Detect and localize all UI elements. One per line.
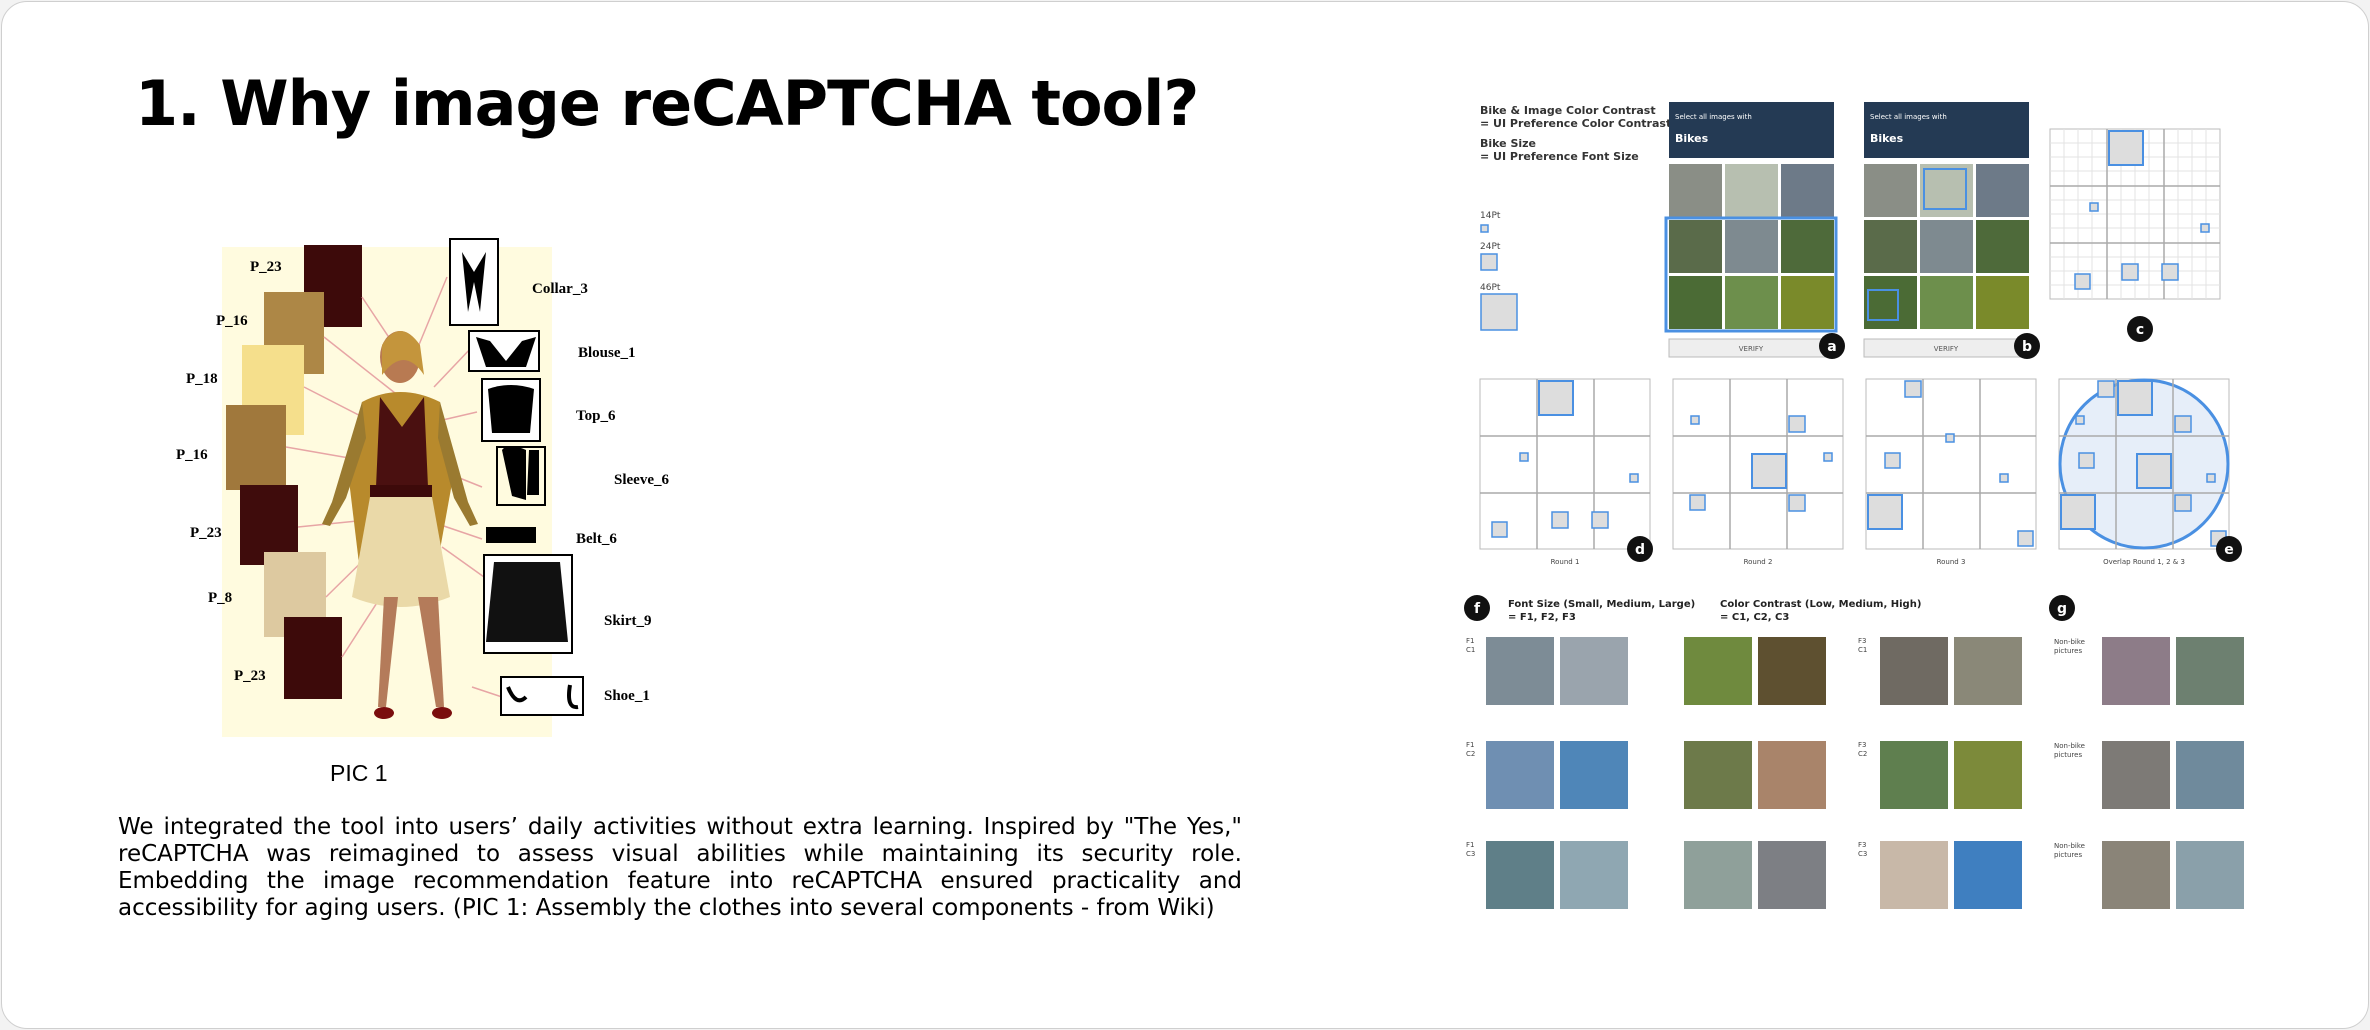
swatch-label: P_18	[186, 371, 218, 387]
round-label: Round 1	[1551, 558, 1580, 566]
photo-thumbnails	[1486, 637, 2244, 909]
size-sample	[1480, 293, 1518, 331]
size-sample	[1480, 253, 1498, 271]
component-label: Top_6	[576, 408, 616, 424]
nonbike-label: pictures	[2054, 751, 2082, 759]
captcha-panel-a: Select all images with Bikes VERIFY a	[1664, 102, 1845, 359]
legend-text: = UI Preference Font Size	[1480, 150, 1639, 163]
swatch-label: P_23	[190, 525, 222, 541]
panel-letter: f	[1474, 601, 1481, 617]
nonbike-label: Non-bike	[2054, 638, 2085, 646]
swatch-label: P_16	[216, 313, 248, 329]
size-label: 24Pt	[1480, 242, 1501, 252]
captcha-grid-b	[1864, 164, 2029, 329]
page-title: 1. Why image reCAPTCHA tool?	[135, 67, 1199, 140]
round-panel-1: Round 1 d	[1479, 378, 1653, 566]
slide: 1. Why image reCAPTCHA tool? P_23 P_16 P…	[1, 1, 2369, 1029]
legend-text: Bike & Image Color Contrast	[1480, 104, 1656, 117]
row-label: C3	[1858, 850, 1867, 858]
row-label: F1	[1466, 741, 1474, 749]
captcha-prompt: Select all images with	[1870, 113, 1947, 121]
captcha-prompt: Select all images with	[1675, 113, 1752, 121]
panel-letter: g	[2057, 601, 2067, 617]
round-label: Round 2	[1744, 558, 1773, 566]
swatch	[226, 405, 286, 490]
round-label: Round 3	[1937, 558, 1966, 566]
legend-text: Bike Size	[1480, 137, 1536, 150]
fashion-assembly-figure: P_23 P_16 P_18 P_16 P_23 P_8 P_23 Collar…	[176, 238, 669, 737]
component-label: Blouse_1	[578, 345, 636, 361]
nonbike-label: Non-bike	[2054, 742, 2085, 750]
panel-letter: a	[1827, 339, 1836, 355]
figure-caption: PIC 1	[330, 760, 388, 786]
row-label: C1	[1858, 646, 1867, 654]
captcha-grid-a	[1664, 164, 1838, 333]
nonbike-label: pictures	[2054, 851, 2082, 859]
row-label: C2	[1466, 750, 1475, 758]
swatch-label: P_16	[176, 447, 208, 463]
row-label: F3	[1858, 741, 1866, 749]
legend-text: = UI Preference Color Contrast	[1480, 117, 1671, 130]
panel-letter: b	[2022, 339, 2032, 355]
verify-button: VERIFY	[1934, 345, 1959, 353]
font-size-values: = F1, F2, F3	[1508, 612, 1576, 623]
captcha-panel-b: Select all images with Bikes VERIFY b	[1863, 102, 2040, 359]
color-contrast-heading: Color Contrast (Low, Medium, High)	[1720, 599, 1921, 610]
panel-letter: e	[2224, 542, 2234, 558]
swatch-label: P_8	[208, 590, 232, 606]
grid-panel-c: c	[2049, 128, 2221, 342]
component-label: Belt_6	[576, 531, 617, 547]
row-label: F3	[1858, 637, 1866, 645]
component-label: Collar_3	[532, 281, 588, 297]
panel-letter: d	[1635, 542, 1645, 558]
component-label: Skirt_9	[604, 613, 652, 629]
recaptcha-study-figure: Bike & Image Color Contrast = UI Prefere…	[1464, 102, 2244, 909]
component-label: Sleeve_6	[614, 472, 669, 488]
row-label: C1	[1466, 646, 1475, 654]
color-contrast-values: = C1, C2, C3	[1720, 612, 1789, 623]
round-panel-2: Round 2	[1672, 378, 1844, 566]
description-paragraph: We integrated the tool into users’ daily…	[118, 814, 1242, 921]
panel-letter: c	[2136, 322, 2144, 338]
row-label: F3	[1858, 841, 1866, 849]
round-panel-overlap: Overlap Round 1, 2 & 3 e	[2058, 378, 2242, 566]
verify-button: VERIFY	[1739, 345, 1764, 353]
row-label: C2	[1858, 750, 1867, 758]
nonbike-label: pictures	[2054, 647, 2082, 655]
row-label: F1	[1466, 637, 1474, 645]
round-label: Overlap Round 1, 2 & 3	[2103, 558, 2185, 566]
nonbike-label: Non-bike	[2054, 842, 2085, 850]
font-size-heading: Font Size (Small, Medium, Large)	[1508, 599, 1695, 610]
row-label: F1	[1466, 841, 1474, 849]
swatch	[284, 617, 342, 699]
swatch-label: P_23	[234, 668, 266, 684]
size-sample	[1480, 224, 1489, 233]
component-label: Shoe_1	[604, 688, 650, 704]
size-label: 46Pt	[1480, 283, 1501, 293]
captcha-object: Bikes	[1870, 132, 1904, 145]
captcha-object: Bikes	[1675, 132, 1709, 145]
row-label: C3	[1466, 850, 1475, 858]
size-label: 14Pt	[1480, 211, 1501, 221]
round-panel-3: Round 3	[1865, 378, 2037, 566]
swatch-label: P_23	[250, 259, 282, 275]
